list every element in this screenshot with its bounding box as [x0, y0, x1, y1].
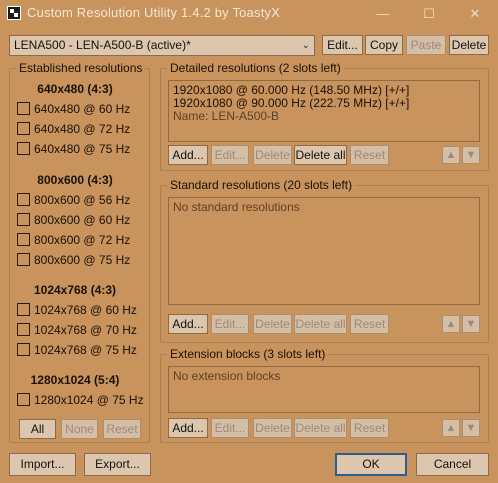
- move-up-icon[interactable]: ▲: [442, 146, 460, 164]
- group-heading-640x480: 640x480 (4:3): [37, 82, 113, 96]
- standard-resolutions-title: Standard resolutions (20 slots left): [167, 178, 356, 192]
- group-heading-800x600: 800x600 (4:3): [37, 173, 113, 187]
- standard-add-button[interactable]: Add...: [168, 314, 208, 334]
- extension-blocks-title: Extension blocks (3 slots left): [167, 347, 329, 361]
- established-resolutions-group: Established resolutions 640x480 (4:3) 64…: [9, 61, 150, 443]
- checkbox-800x600-56[interactable]: [17, 193, 30, 206]
- extension-delete-all-button[interactable]: Delete all: [294, 418, 347, 438]
- extension-delete-button[interactable]: Delete: [253, 418, 292, 438]
- group-heading-1280x1024: 1280x1024 (5:4): [30, 373, 120, 387]
- established-resolutions-title: Established resolutions: [16, 61, 146, 75]
- extension-edit-button[interactable]: Edit...: [211, 418, 249, 438]
- monitor-name-line: Name: LEN-A500-B: [173, 109, 280, 123]
- app-icon: [7, 6, 21, 20]
- checkbox-800x600-60[interactable]: [17, 213, 30, 226]
- detailed-add-button[interactable]: Add...: [168, 145, 208, 165]
- checkbox-640x480-75[interactable]: [17, 142, 30, 155]
- standard-resolutions-group: Standard resolutions (20 slots left) No …: [160, 178, 489, 343]
- checkbox-1280x1024-75[interactable]: [17, 393, 30, 406]
- standard-resolutions-list[interactable]: No standard resolutions: [168, 197, 480, 305]
- cancel-button[interactable]: Cancel: [416, 453, 489, 476]
- extension-blocks-group: Extension blocks (3 slots left) No exten…: [160, 347, 489, 443]
- monitor-edit-button[interactable]: Edit...: [322, 35, 363, 55]
- extension-blocks-list[interactable]: No extension blocks: [168, 366, 480, 413]
- checkbox-label: 1280x1024 @ 75 Hz: [34, 393, 144, 407]
- detailed-resolutions-title: Detailed resolutions (2 slots left): [167, 61, 344, 75]
- standard-edit-button[interactable]: Edit...: [211, 314, 249, 334]
- checkbox-640x480-72[interactable]: [17, 122, 30, 135]
- close-icon[interactable]: ✕: [452, 0, 498, 28]
- monitor-paste-button[interactable]: Paste: [406, 35, 446, 55]
- checkbox-800x600-75[interactable]: [17, 253, 30, 266]
- monitor-copy-button[interactable]: Copy: [365, 35, 403, 55]
- standard-reset-button[interactable]: Reset: [350, 314, 389, 334]
- export-button[interactable]: Export...: [84, 453, 151, 476]
- detailed-reset-button[interactable]: Reset: [350, 145, 389, 165]
- detailed-edit-button[interactable]: Edit...: [211, 145, 249, 165]
- maximize-icon[interactable]: ☐: [406, 0, 452, 28]
- ok-button[interactable]: OK: [335, 453, 407, 476]
- window-title: Custom Resolution Utility 1.4.2 by Toast…: [27, 5, 281, 20]
- checkbox-label: 800x600 @ 72 Hz: [34, 233, 131, 247]
- checkbox-label: 640x480 @ 60 Hz: [34, 102, 131, 116]
- monitor-select-value: LENA500 - LEN-A500-B (active)*: [14, 38, 191, 52]
- extension-reset-button[interactable]: Reset: [350, 418, 389, 438]
- move-up-icon[interactable]: ▲: [442, 419, 460, 437]
- empty-list-text: No extension blocks: [173, 369, 281, 383]
- established-none-button[interactable]: None: [61, 419, 98, 439]
- move-down-icon[interactable]: ▼: [462, 315, 480, 333]
- checkbox-label: 640x480 @ 75 Hz: [34, 142, 131, 156]
- checkbox-label: 1024x768 @ 60 Hz: [34, 303, 137, 317]
- established-reset-button[interactable]: Reset: [103, 419, 141, 439]
- checkbox-label: 1024x768 @ 70 Hz: [34, 323, 137, 337]
- checkbox-label: 800x600 @ 75 Hz: [34, 253, 131, 267]
- detailed-delete-button[interactable]: Delete: [253, 145, 292, 165]
- group-heading-1024x768: 1024x768 (4:3): [33, 283, 117, 297]
- move-down-icon[interactable]: ▼: [462, 419, 480, 437]
- chevron-down-icon: ⌄: [301, 40, 310, 51]
- checkbox-label: 800x600 @ 56 Hz: [34, 193, 131, 207]
- checkbox-label: 800x600 @ 60 Hz: [34, 213, 131, 227]
- checkbox-1024x768-60[interactable]: [17, 303, 30, 316]
- empty-list-text: No standard resolutions: [173, 200, 300, 214]
- detailed-resolutions-group: Detailed resolutions (2 slots left) 1920…: [160, 61, 489, 171]
- import-button[interactable]: Import...: [9, 453, 76, 476]
- checkbox-label: 640x480 @ 72 Hz: [34, 122, 131, 136]
- checkbox-640x480-60[interactable]: [17, 102, 30, 115]
- checkbox-1024x768-75[interactable]: [17, 343, 30, 356]
- title-bar: Custom Resolution Utility 1.4.2 by Toast…: [0, 0, 498, 28]
- monitor-select[interactable]: LENA500 - LEN-A500-B (active)* ⌄: [9, 35, 315, 56]
- move-up-icon[interactable]: ▲: [442, 315, 460, 333]
- checkbox-label: 1024x768 @ 75 Hz: [34, 343, 137, 357]
- standard-delete-all-button[interactable]: Delete all: [294, 314, 347, 334]
- checkbox-1024x768-70[interactable]: [17, 323, 30, 336]
- detailed-resolutions-list[interactable]: 1920x1080 @ 60.000 Hz (148.50 MHz) [+/+]…: [168, 80, 480, 142]
- monitor-delete-button[interactable]: Delete: [449, 35, 489, 55]
- checkbox-800x600-72[interactable]: [17, 233, 30, 246]
- minimize-icon[interactable]: —: [360, 0, 406, 28]
- move-down-icon[interactable]: ▼: [462, 146, 480, 164]
- extension-add-button[interactable]: Add...: [168, 418, 208, 438]
- standard-delete-button[interactable]: Delete: [253, 314, 292, 334]
- established-all-button[interactable]: All: [19, 419, 56, 439]
- detailed-delete-all-button[interactable]: Delete all: [294, 145, 347, 165]
